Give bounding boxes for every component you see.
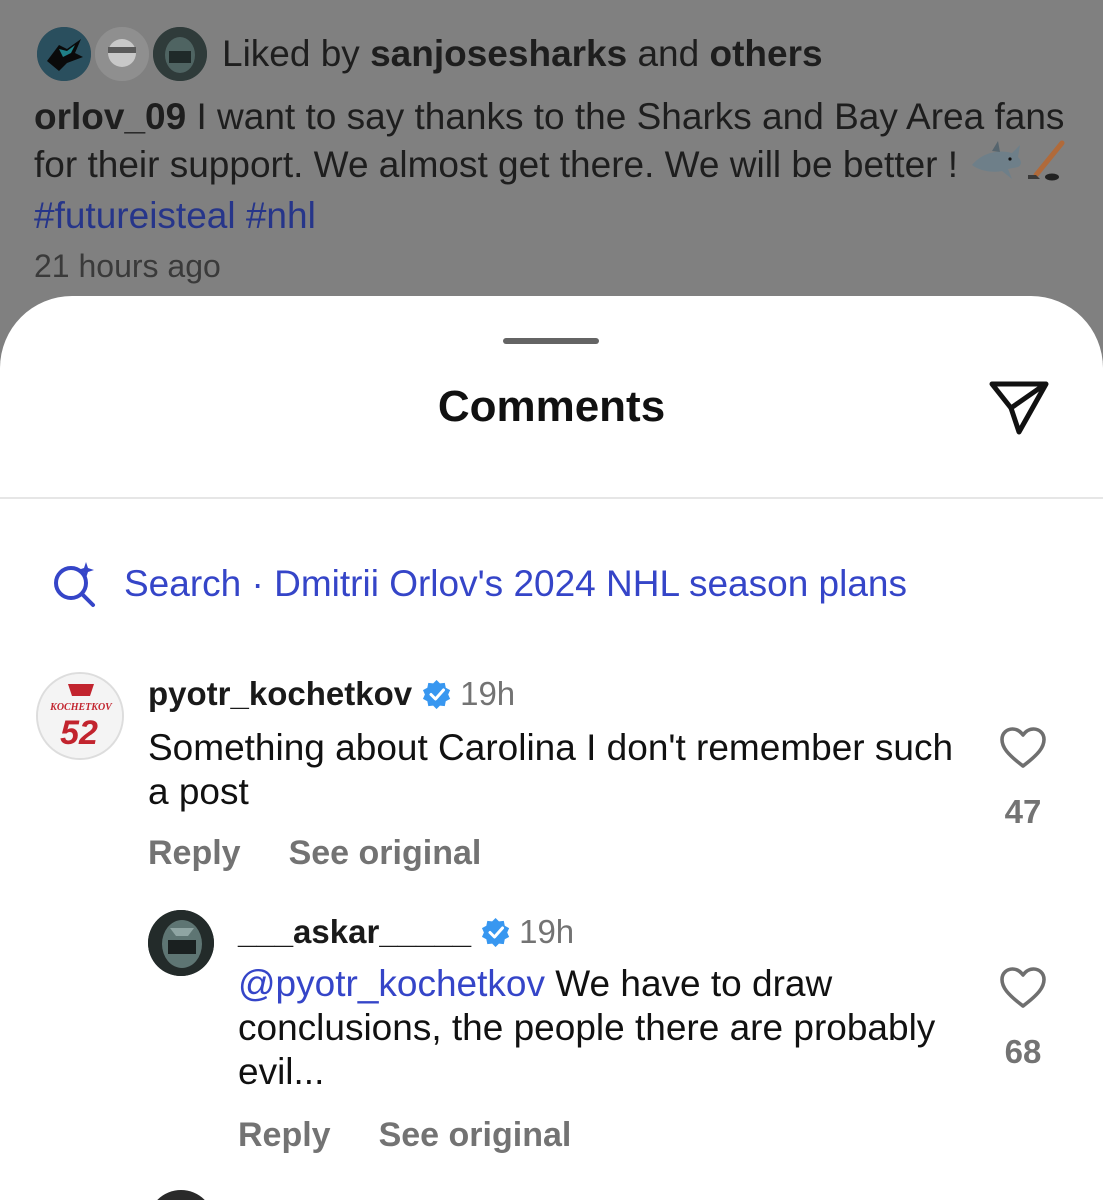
see-original-button[interactable]: See original: [379, 1116, 572, 1155]
heart-icon[interactable]: [999, 966, 1047, 1010]
sheet-title: Comments: [437, 382, 666, 431]
liker-avatar-2: [92, 24, 152, 84]
post-timestamp: 21 hours ago: [34, 248, 221, 284]
reply-button[interactable]: Reply: [148, 834, 241, 873]
likes-prefix: Liked by: [222, 33, 360, 74]
search-suggestion[interactable]: Search · Dmitrii Orlov's 2024 NHL season…: [50, 558, 907, 610]
comment-item: ___askar_____ 19h @pyotr_kochetkov We ha…: [0, 910, 1103, 1160]
post-caption: orlov_09 I want to say thanks to the Sha…: [34, 94, 1074, 238]
like-count: 47: [1004, 793, 1042, 830]
likes-and: and: [637, 33, 700, 74]
share-icon[interactable]: [986, 374, 1052, 440]
hashtag-link[interactable]: #futureisteal: [34, 195, 236, 236]
liker-avatar-3: [150, 24, 210, 84]
like-count: 68: [1004, 1033, 1042, 1070]
liker-avatars[interactable]: [34, 22, 214, 86]
comment-text: @pyotr_kochetkov We have to draw conclus…: [238, 962, 938, 1094]
avatar[interactable]: [148, 910, 214, 976]
verified-badge-icon: [482, 917, 510, 947]
comment-username[interactable]: pyotr_kochetkov: [148, 675, 412, 713]
sheet-drag-handle[interactable]: [503, 338, 599, 344]
liker-username[interactable]: sanjosesharks: [370, 33, 627, 74]
comment-timestamp: 19h: [519, 913, 575, 950]
comment-text: Something about Carolina I don't remembe…: [148, 726, 968, 814]
post-header: Liked by sanjosesharks and others orlov_…: [0, 0, 1103, 320]
comments-sheet: Comments Search · Dmitrii Orlov's 2024 N…: [0, 296, 1103, 1200]
caption-text: I want to say thanks to the Sharks and B…: [34, 96, 1065, 185]
hashtag-link[interactable]: #nhl: [246, 195, 316, 236]
comment-item: KOCHETKOV 52 pyotr_kochetkov 19h Somethi…: [0, 672, 1103, 882]
shark-emoji-icon: [968, 139, 1024, 193]
likes-row[interactable]: Liked by sanjosesharks and others: [34, 22, 823, 86]
hockey-stick-emoji-icon: [1024, 139, 1068, 193]
header-divider: [0, 497, 1103, 499]
likes-summary[interactable]: Liked by sanjosesharks and others: [222, 33, 823, 75]
search-sparkle-icon: [54, 562, 95, 607]
avatar-jersey-name: KOCHETKOV: [49, 702, 113, 713]
verified-badge-icon: [423, 679, 451, 709]
avatar[interactable]: [148, 1190, 214, 1200]
comment-timestamp: 19h: [460, 675, 516, 712]
comment-body: Something about Carolina I don't remembe…: [148, 727, 954, 812]
see-original-button[interactable]: See original: [289, 834, 482, 873]
avatar[interactable]: KOCHETKOV 52: [36, 672, 124, 760]
liker-avatar-sharks-logo: [34, 24, 94, 84]
reply-button[interactable]: Reply: [238, 1116, 331, 1155]
search-suggestion-label[interactable]: Search · Dmitrii Orlov's 2024 NHL season…: [124, 563, 907, 605]
avatar-jersey-number: 52: [60, 714, 98, 752]
likes-others-link[interactable]: others: [710, 33, 823, 74]
comment-username[interactable]: ___askar_____: [238, 913, 471, 951]
post-author[interactable]: orlov_09: [34, 96, 186, 137]
heart-icon[interactable]: [999, 726, 1047, 770]
mention-link[interactable]: @pyotr_kochetkov: [238, 963, 545, 1004]
